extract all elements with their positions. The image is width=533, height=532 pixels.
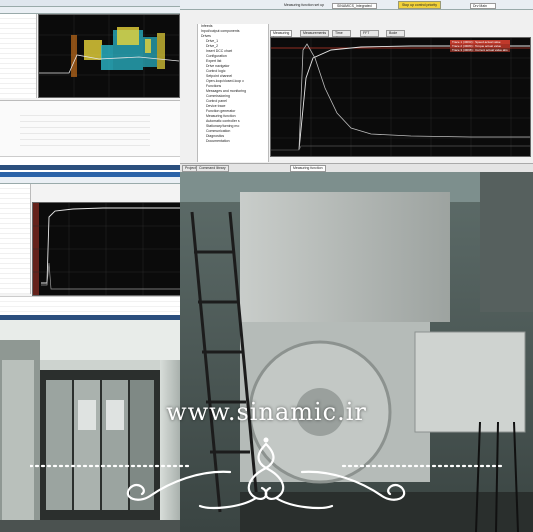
windows-taskbar — [0, 165, 180, 170]
tab-bode-diagram[interactable]: Bode diagram — [386, 30, 405, 40]
project-navigator[interactable]: Infeeds Input/output components Drives Driv… — [197, 24, 269, 162]
oscilloscope-view — [32, 202, 180, 296]
tab-time-diagram[interactable]: Time diagram — [332, 30, 351, 40]
measurement-scope — [270, 37, 531, 157]
trace-chart — [39, 15, 180, 97]
screenshot-top-left — [0, 0, 180, 170]
form-rows — [20, 110, 150, 150]
drive-select[interactable]: Drv Main — [470, 3, 497, 9]
trace-legend: Trace 1 (r0063) : Speed actual value Tra… — [450, 40, 510, 52]
screenshot-top-right: Measuring function set up SINAMICS_Integ… — [180, 0, 533, 172]
screenshot-middle-left — [0, 172, 180, 320]
project-tree[interactable] — [0, 14, 37, 98]
watermark-text: www.sinamic.ir — [166, 398, 367, 426]
time-diagram-chart — [271, 38, 530, 156]
tab-measuring-function-window[interactable]: Measuring function — [290, 165, 326, 172]
menu-bar — [0, 0, 180, 7]
tab-measurements[interactable]: Measurements — [300, 30, 330, 37]
tab-command-library[interactable]: Command library — [196, 165, 229, 172]
oscilloscope-view — [38, 14, 180, 98]
trace-chart — [33, 203, 180, 295]
tab-measuring-function[interactable]: Measuring function — [270, 30, 293, 40]
stop-control-priority-button[interactable]: Stop up control priority — [398, 1, 442, 9]
toolbar — [0, 7, 180, 14]
tree-item[interactable]: Documentation — [198, 139, 268, 144]
toolbar — [0, 177, 180, 184]
bottom-tabbar: Project Command library Measuring functi… — [180, 163, 533, 172]
alarm-list — [0, 296, 180, 315]
toolbar-item: SINAMICS_Integrated — [332, 3, 377, 9]
ornament-flourish — [30, 437, 503, 509]
project-tree[interactable] — [0, 184, 31, 294]
toolbar-label: Measuring function set up — [284, 3, 325, 7]
tab-fft-diagram[interactable]: FFT diagram — [360, 30, 379, 40]
trace-legend-3: Trace 3 (r0068) : Current actual value a… — [450, 48, 510, 52]
